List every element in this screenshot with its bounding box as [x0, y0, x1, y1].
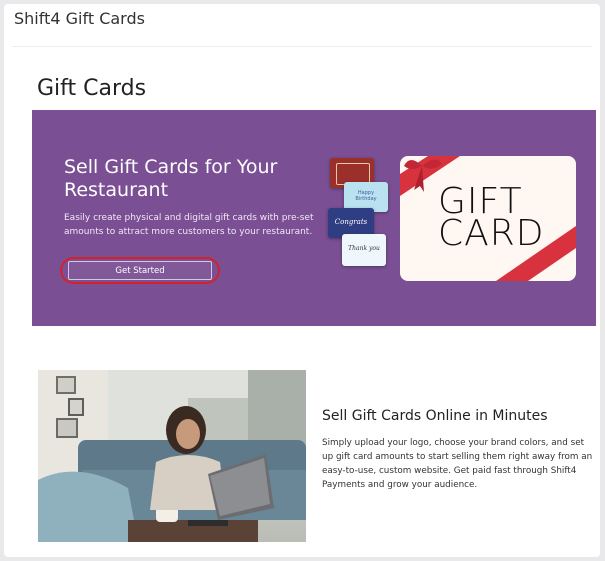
- hero-title: Sell Gift Cards for Your Restaurant: [64, 156, 278, 201]
- woman-laptop-photo: [38, 370, 306, 542]
- gift-card-image: GIFT CARD: [400, 156, 576, 281]
- mini-card-thanks: Thank you: [342, 234, 386, 266]
- mini-card-congrats-label: Congrats: [334, 218, 368, 226]
- mini-card-thanks-label: Thank you: [348, 245, 380, 252]
- gift-card-text: GIFT CARD: [438, 181, 545, 254]
- section-title: Sell Gift Cards Online in Minutes: [322, 408, 548, 424]
- page-title: Gift Cards: [37, 76, 147, 101]
- hero-description: Easily create physical and digital gift …: [64, 213, 314, 237]
- app-title: Shift4 Gift Cards: [14, 9, 145, 28]
- header-divider: [12, 46, 592, 47]
- get-started-button[interactable]: Get Started: [68, 261, 212, 280]
- mini-card-birthday-label: Happy Birthday: [355, 190, 377, 202]
- section-description: Simply upload your logo, choose your bra…: [322, 438, 593, 490]
- get-started-highlight: Get Started: [60, 257, 220, 284]
- photo-illustration: [38, 370, 306, 542]
- hero-banner: Sell Gift Cards for Your Restaurant Easi…: [32, 110, 596, 326]
